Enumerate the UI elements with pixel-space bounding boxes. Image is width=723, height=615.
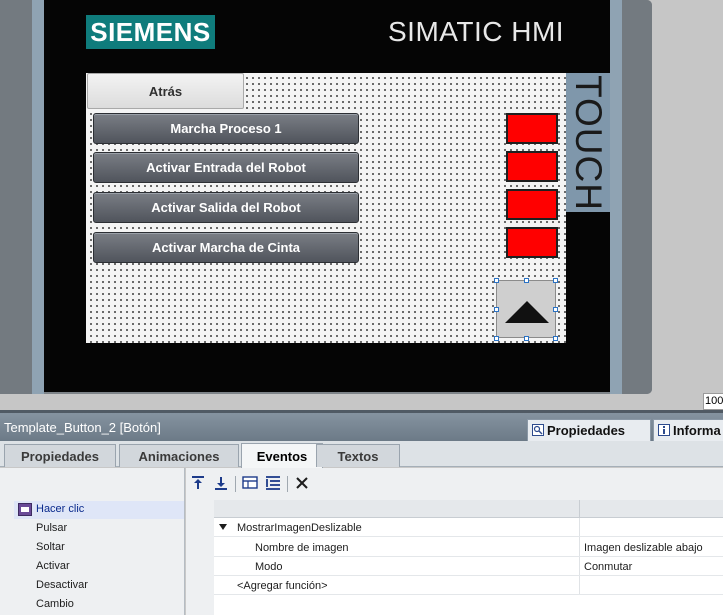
event-item-activar[interactable]: Activar: [36, 560, 70, 572]
event-item-cambio[interactable]: Cambio: [36, 598, 74, 610]
move-up-icon[interactable]: [189, 474, 207, 492]
collapse-arrow-icon[interactable]: [219, 524, 227, 530]
marcha-proceso-button[interactable]: Marcha Proceso 1: [93, 113, 359, 144]
inspector-title: Template_Button_2 [Botón]: [4, 420, 161, 435]
function-grid-gutter: [186, 500, 214, 615]
delete-icon[interactable]: [293, 474, 311, 492]
tia-portal-window: 100 SIEMENS SIMATIC HMI TOUCH Atrás Marc…: [0, 0, 723, 615]
info-icon: [658, 424, 670, 436]
selection-handle[interactable]: [553, 307, 558, 312]
tab-informacion-top-label: Informa: [673, 423, 721, 438]
touch-label-panel: TOUCH: [566, 73, 610, 212]
function-grid-header: [214, 500, 723, 518]
device-bezel-right: [622, 0, 652, 394]
tab-propiedades-top-label: Propiedades: [547, 423, 626, 438]
touch-label: TOUCH: [568, 74, 609, 211]
selection-handle[interactable]: [494, 278, 499, 283]
selection-handle[interactable]: [494, 307, 499, 312]
events-list: [0, 468, 185, 615]
siemens-logo: SIEMENS: [86, 15, 215, 49]
event-click-icon: [18, 503, 32, 516]
function-name: MostrarImagenDeslizable: [237, 522, 362, 534]
zoom-field[interactable]: 100: [703, 393, 723, 410]
device-strip-right: [610, 0, 622, 394]
add-function-label[interactable]: <Agregar función>: [237, 580, 328, 592]
selection-handle[interactable]: [553, 336, 558, 341]
event-item-pulsar[interactable]: Pulsar: [36, 522, 67, 534]
status-indicator: [506, 113, 558, 144]
simatic-hmi-label: SIMATIC HMI: [388, 16, 565, 47]
tab-eventos[interactable]: Eventos: [241, 443, 323, 468]
indent-list-icon[interactable]: [264, 474, 282, 492]
add-function-list-icon[interactable]: [241, 474, 259, 492]
activar-entrada-robot-button[interactable]: Activar Entrada del Robot: [93, 152, 359, 183]
param-row[interactable]: [214, 557, 723, 576]
param-name: Nombre de imagen: [255, 542, 349, 554]
selection-handle[interactable]: [524, 336, 529, 341]
tab-animaciones[interactable]: Animaciones: [119, 444, 239, 467]
move-down-icon[interactable]: [212, 474, 230, 492]
slide-screen-button[interactable]: [496, 280, 556, 338]
selection-handle[interactable]: [524, 278, 529, 283]
grid-header-separator: [579, 500, 580, 518]
param-value[interactable]: Imagen deslizable abajo: [584, 542, 703, 554]
properties-icon: [532, 424, 544, 436]
triangle-up-icon: [505, 301, 549, 323]
status-indicator: [506, 151, 558, 182]
device-strip-left: [32, 0, 44, 394]
event-item-desactivar[interactable]: Desactivar: [36, 579, 88, 591]
tab-propiedades-top[interactable]: Propiedades: [527, 419, 651, 441]
param-value[interactable]: Conmutar: [584, 561, 632, 573]
param-name: Modo: [255, 561, 283, 573]
selection-handle[interactable]: [494, 336, 499, 341]
tab-informacion-top[interactable]: Informa: [653, 419, 723, 441]
toolbar-separator: [287, 476, 288, 492]
event-item-soltar[interactable]: Soltar: [36, 541, 65, 553]
selection-handle[interactable]: [553, 278, 558, 283]
toolbar-separator: [235, 476, 236, 492]
activar-marcha-cinta-button[interactable]: Activar Marcha de Cinta: [93, 232, 359, 263]
activar-salida-robot-button[interactable]: Activar Salida del Robot: [93, 192, 359, 223]
event-item-hacer-clic[interactable]: Hacer clic: [36, 503, 84, 515]
status-indicator: [506, 189, 558, 220]
tab-propiedades[interactable]: Propiedades: [4, 444, 116, 467]
back-button[interactable]: Atrás: [87, 73, 244, 109]
status-indicator: [506, 227, 558, 258]
device-bezel-left: [0, 0, 32, 394]
tab-textos[interactable]: Textos: [316, 444, 400, 467]
